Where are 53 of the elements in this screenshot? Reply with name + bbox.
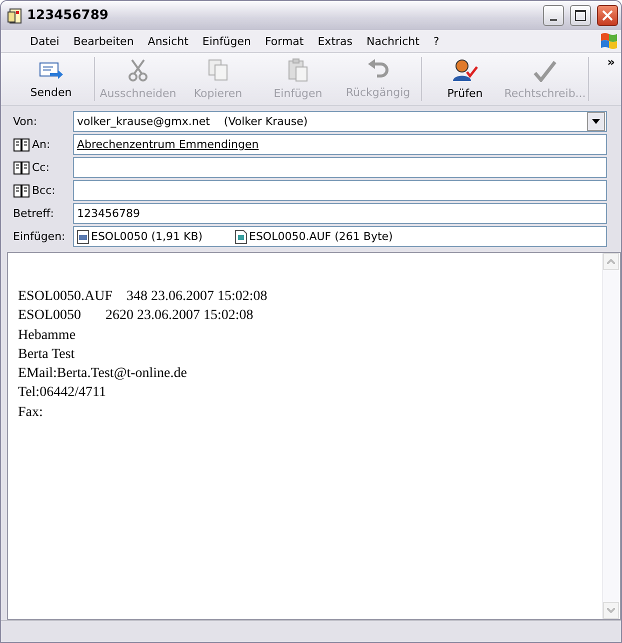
menu-item[interactable]: Format bbox=[258, 32, 311, 50]
menu-item[interactable]: Datei bbox=[23, 32, 66, 50]
chevron-up-icon bbox=[607, 259, 615, 264]
recipient-field[interactable] bbox=[73, 180, 607, 201]
sender-dropdown[interactable]: volker_krause@gmx.net (Volker Krause) bbox=[73, 111, 607, 132]
field-label: Betreff: bbox=[13, 207, 54, 220]
scissors-icon bbox=[127, 58, 149, 82]
field-label: Cc: bbox=[32, 161, 50, 174]
field-label: Von: bbox=[13, 115, 38, 128]
menu-item[interactable]: ? bbox=[426, 32, 446, 50]
address-book-icon[interactable] bbox=[13, 138, 30, 152]
field-label: Einfügen: bbox=[13, 230, 66, 243]
menu-item[interactable]: Extras bbox=[310, 32, 360, 50]
toolbar-button[interactable]: Senden bbox=[11, 53, 91, 105]
menu-item[interactable]: Bearbeiten bbox=[66, 32, 141, 50]
subject-field[interactable]: 123456789 bbox=[73, 203, 607, 224]
toolbar-button[interactable]: Prüfen bbox=[425, 53, 505, 105]
binary-file-icon bbox=[77, 230, 89, 244]
attachment-item[interactable]: ESOL0050.AUF (261 Byte) bbox=[249, 230, 393, 243]
field-label: Bcc: bbox=[32, 184, 56, 197]
spelling-check-icon bbox=[532, 58, 558, 82]
recipient-field[interactable]: Abrechenzentrum Emmendingen bbox=[73, 134, 607, 155]
minimize-button[interactable] bbox=[543, 5, 564, 26]
person-checkmark-icon bbox=[452, 58, 478, 82]
window-title: 123456789 bbox=[27, 8, 110, 23]
message-line: ESOL0050.AUF 348 23.06.2007 15:02:08 bbox=[18, 288, 268, 306]
menu-item[interactable]: Ansicht bbox=[140, 32, 196, 50]
close-button[interactable] bbox=[597, 5, 618, 26]
address-book-icon[interactable] bbox=[13, 184, 30, 198]
close-icon bbox=[602, 10, 613, 21]
recipient-field[interactable] bbox=[73, 157, 607, 178]
maximize-icon bbox=[575, 10, 586, 21]
documents-icon bbox=[207, 58, 229, 82]
attachment-item[interactable]: ESOL0050 (1,91 KB) bbox=[91, 230, 203, 243]
address-book-icon[interactable] bbox=[13, 160, 30, 174]
field-label: An: bbox=[32, 138, 50, 151]
maximize-button[interactable] bbox=[570, 5, 591, 26]
menu-item[interactable]: Nachricht bbox=[360, 32, 426, 50]
message-line: ESOL0050 2620 23.06.2007 15:02:08 bbox=[18, 307, 254, 326]
menu-item[interactable]: Einfügen bbox=[195, 32, 258, 50]
clipboard-icon bbox=[287, 58, 309, 82]
message-line: Fax: bbox=[18, 404, 44, 422]
message-line: Berta Test bbox=[18, 346, 76, 364]
minimize-icon bbox=[550, 18, 557, 20]
more-chevron[interactable]: » bbox=[601, 53, 621, 71]
dropdown-arrow-icon bbox=[592, 119, 600, 124]
flag-logo-icon bbox=[599, 31, 619, 51]
message-line: Tel:06442/4711 bbox=[18, 384, 107, 402]
message-line: EMail:Berta.Test@t-online.de bbox=[18, 365, 188, 384]
recipient-link[interactable]: Abrechenzentrum Emmendingen bbox=[77, 138, 259, 151]
chevron-down-icon bbox=[607, 608, 615, 613]
document-file-icon bbox=[235, 230, 247, 244]
message-line: Hebamme bbox=[18, 326, 77, 345]
